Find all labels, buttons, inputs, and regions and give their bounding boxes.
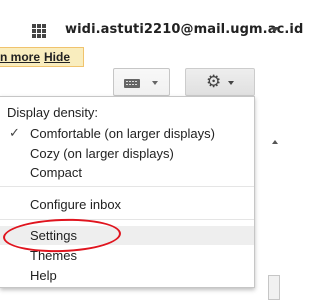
learn-more-link[interactable]: n more [0, 50, 40, 64]
menu-item-settings[interactable]: Settings [0, 226, 254, 245]
menu-item-comfortable[interactable]: ✓ Comfortable (on larger displays) [0, 124, 254, 143]
menu-item-configure-inbox[interactable]: Configure inbox [0, 195, 254, 214]
menu-item-label: Cozy (on larger displays) [30, 146, 174, 161]
menu-item-label: Configure inbox [30, 197, 122, 212]
menu-item-label: Themes [30, 248, 77, 263]
settings-menu: Display density: ✓ Comfortable (on large… [0, 96, 255, 288]
notification-bar: n more Hide [0, 47, 84, 67]
menu-item-label: Comfortable (on larger displays) [30, 126, 215, 141]
gear-icon: ⚙ [206, 72, 222, 92]
settings-gear-button[interactable]: ⚙ [185, 68, 255, 96]
menu-item-themes[interactable]: Themes [0, 246, 254, 265]
chevron-down-icon [152, 81, 158, 85]
menu-item-help[interactable]: Help [0, 266, 254, 285]
menu-item-cozy[interactable]: Cozy (on larger displays) [0, 144, 254, 163]
menu-item-label: Compact [30, 165, 83, 180]
menu-divider [0, 186, 254, 187]
menu-item-compact[interactable]: Compact [0, 163, 254, 182]
account-bar: widi.astuti2210@mail.ugm.ac.id [0, 0, 303, 46]
display-density-heading: Display density: [7, 105, 99, 120]
menu-item-label: Settings [30, 228, 77, 243]
scrollbar-thumb[interactable] [268, 275, 280, 300]
account-email[interactable]: widi.astuti2210@mail.ugm.ac.id [65, 22, 303, 37]
keyboard-icon [124, 79, 140, 88]
caret-down-icon[interactable] [271, 27, 279, 32]
chevron-down-icon [228, 81, 234, 85]
menu-divider [0, 219, 254, 220]
apps-grid-icon[interactable] [32, 24, 46, 38]
scroll-up-arrow-icon[interactable] [272, 140, 278, 144]
input-tools-button[interactable] [113, 68, 170, 96]
menu-item-label: Help [30, 268, 57, 283]
checkmark-icon: ✓ [9, 126, 20, 141]
hide-link[interactable]: Hide [44, 50, 70, 64]
